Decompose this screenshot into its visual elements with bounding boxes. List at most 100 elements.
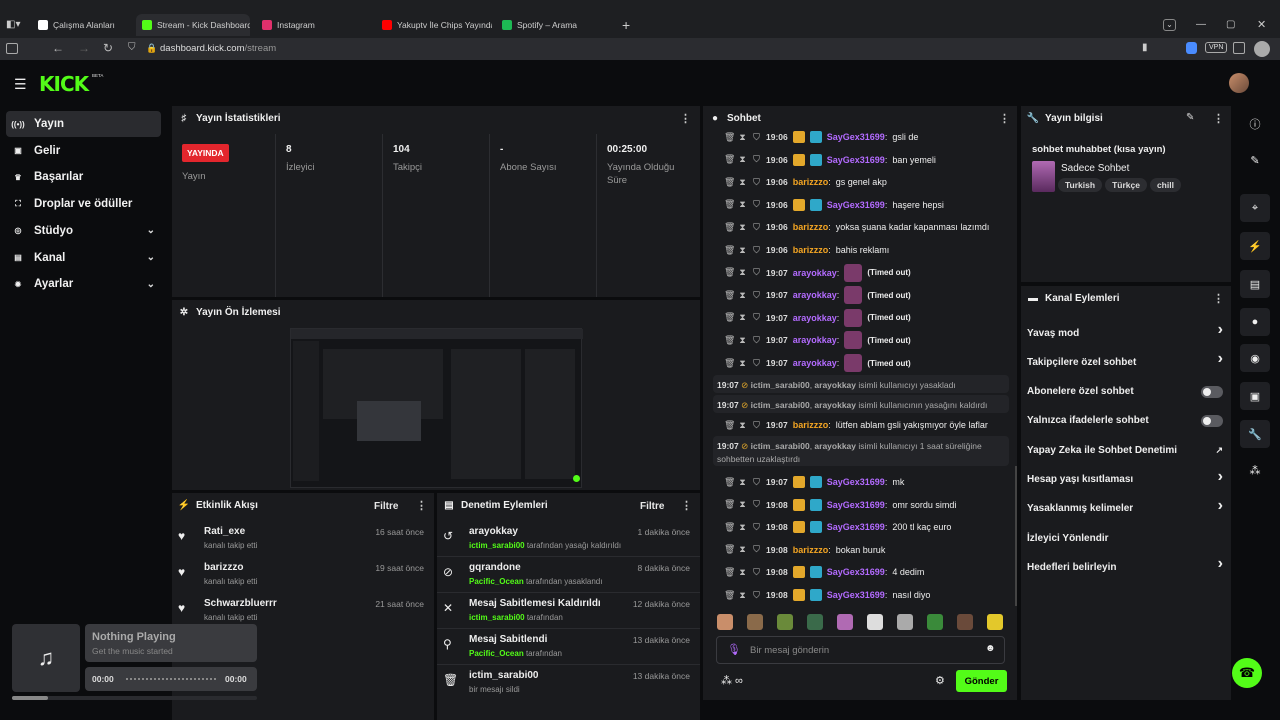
chat-username[interactable]: arayokkay <box>793 290 837 300</box>
timeout-icon[interactable]: ⧗ <box>738 335 747 346</box>
kick-logo[interactable]: KICK <box>39 72 89 96</box>
bolt-icon[interactable]: ⚡ <box>1240 232 1270 260</box>
ban-icon[interactable]: ⛉ <box>752 177 761 188</box>
delete-icon[interactable]: 🗑 <box>724 420 735 431</box>
target-icon[interactable]: ⌖ <box>1240 194 1270 222</box>
reload-icon[interactable]: ↻ <box>103 41 113 55</box>
chat-username[interactable]: SayGex31699 <box>827 155 885 165</box>
url-field[interactable]: dashboard.kick.com/stream <box>160 43 276 54</box>
chat-message[interactable]: 🗑 ⧗ ⛉ 19:06 SayGex31699: gsli de <box>703 126 1013 148</box>
actions-menu-icon[interactable]: ⋮ <box>1213 292 1224 305</box>
timeout-icon[interactable]: ⧗ <box>738 522 747 533</box>
chat-username[interactable]: SayGex31699 <box>827 500 885 510</box>
channel-action-item[interactable]: Yalnızca ifadelerle sohbet <box>1027 410 1223 432</box>
channel-action-item[interactable]: İzleyici Yönlendir <box>1027 527 1223 549</box>
emote-icon[interactable] <box>867 614 883 630</box>
sidebar-item-broadcast[interactable]: ((•)) Yayın <box>6 111 161 137</box>
emote-icon[interactable] <box>807 614 823 630</box>
support-button[interactable]: ☎ <box>1232 658 1262 688</box>
activity-filter-button[interactable]: Filtre <box>374 501 398 512</box>
shield-icon[interactable]: ⛉ <box>128 42 136 53</box>
ban-icon[interactable]: ⛉ <box>752 358 761 369</box>
ban-icon[interactable]: ⛉ <box>752 567 761 578</box>
browser-tab[interactable]: Yakuptv İle Chips Yayında K <box>376 14 492 36</box>
timeout-icon[interactable]: ⧗ <box>738 199 747 210</box>
chat-scrollbar[interactable] <box>1015 466 1017 606</box>
chat-message[interactable]: 🗑 ⧗ ⛉ 19:07 arayokkay: (Timed out) <box>703 352 1013 374</box>
stats-menu-icon[interactable]: ⋮ <box>680 112 691 125</box>
new-tab-button[interactable]: + <box>622 17 630 33</box>
chat-message[interactable]: 🗑 ⧗ ⛉ 19:06 barizzzo: yoksa şuana kadar kapan… <box>703 216 1013 238</box>
moderation-filter-button[interactable]: Filtre <box>640 501 664 512</box>
timeout-icon[interactable]: ⧗ <box>738 245 747 256</box>
delete-icon[interactable]: 🗑 <box>724 290 735 301</box>
delete-icon[interactable]: 🗑 <box>724 267 735 278</box>
moderation-item[interactable]: ↺ arayokkay ictim_sarabi00 tarafından yasa… <box>437 521 700 557</box>
toggle-switch[interactable] <box>1201 385 1223 398</box>
pen-icon[interactable]: ✎ <box>1240 146 1270 174</box>
toggle-switch[interactable] <box>1201 414 1223 427</box>
chat-message[interactable]: 🗑 ⧗ ⛉ 19:08 SayGex31699:200 tl kaç euro <box>703 516 1013 538</box>
chat-menu-icon[interactable]: ⋮ <box>999 112 1010 125</box>
delete-icon[interactable]: 🗑 <box>724 522 735 533</box>
ban-icon[interactable]: ⛉ <box>752 267 761 278</box>
browser-tab[interactable]: Spotify – Arama <box>496 14 612 36</box>
chat-username[interactable]: SayGex31699 <box>827 200 885 210</box>
vpn-badge[interactable]: VPN <box>1205 42 1228 53</box>
broadcast-icon[interactable]: ◉ <box>1240 344 1270 372</box>
ban-icon[interactable]: ⛉ <box>752 477 761 488</box>
sidebar-item-settings[interactable]: ✹ Ayarlar ⌄ <box>6 271 161 297</box>
info-icon[interactable]: ⓘ <box>1240 110 1270 138</box>
chat-username[interactable]: barizzzo <box>793 545 829 555</box>
moderation-item[interactable]: ✕ Mesaj Sabitlemesi Kaldırıldı ictim_sarab… <box>437 593 700 629</box>
timeout-icon[interactable]: ⧗ <box>738 290 747 301</box>
timeout-icon[interactable]: ⧗ <box>738 222 747 233</box>
moderation-item[interactable]: 🗑 ictim_sarabi00 bir mesajı sildi 13 dakika… <box>437 665 700 701</box>
delete-icon[interactable]: 🗑 <box>724 222 735 233</box>
ban-icon[interactable]: ⛉ <box>752 154 761 165</box>
category-name[interactable]: Sadece Sohbet <box>1061 163 1129 174</box>
timeout-icon[interactable]: ⧗ <box>738 267 747 278</box>
chat-username[interactable]: arayokkay <box>793 335 837 345</box>
timeout-icon[interactable]: ⧗ <box>738 358 747 369</box>
stream-tag[interactable]: chill <box>1149 178 1181 192</box>
menu-icon[interactable]: ☰ <box>14 76 27 93</box>
channel-action-item[interactable]: Yavaş mod › <box>1027 321 1223 344</box>
sidebar-item-revenue[interactable]: ▣ Gelir <box>6 138 161 164</box>
ban-icon[interactable]: ⛉ <box>752 132 761 143</box>
channel-action-item[interactable]: Abonelere özel sohbet <box>1027 381 1223 403</box>
stream-tag[interactable]: Türkçe <box>1105 178 1147 192</box>
panel-icon[interactable] <box>6 43 18 54</box>
ban-icon[interactable]: ⛉ <box>752 199 761 210</box>
chat-message[interactable]: 🗑 ⧗ ⛉ 19:07 arayokkay: (Timed out) <box>703 284 1013 306</box>
sidebar-item-trophy[interactable]: ♛ Başarılar <box>6 164 161 190</box>
chat-username[interactable]: arayokkay <box>793 358 837 368</box>
stream-preview[interactable] <box>290 328 583 488</box>
mic-icon[interactable]: 🎙 <box>727 643 741 656</box>
channel-action-item[interactable]: Yapay Zeka ile Sohbet Denetimi ↗ <box>1027 439 1223 461</box>
seek-bar[interactable] <box>126 678 216 680</box>
timeout-icon[interactable]: ⧗ <box>738 544 747 555</box>
bookmark-icon[interactable]: ▮ <box>1142 42 1148 53</box>
chat-input[interactable]: 🎙 Bir mesaj gönderin ☻ <box>716 636 1005 664</box>
channel-action-item[interactable]: Takipçilere özel sohbet › <box>1027 350 1223 373</box>
chat-message[interactable]: 🗑 ⧗ ⛉ 19:07 arayokkay: (Timed out) <box>703 307 1013 329</box>
sidebar-item-channel[interactable]: ▤ Kanal ⌄ <box>6 245 161 271</box>
chat-message[interactable]: 🗑 ⧗ ⛉ 19:08 SayGex31699: omr sordu simdi <box>703 494 1013 516</box>
emoji-icon[interactable]: ☻ <box>985 643 996 654</box>
moderation-item[interactable]: ⊘ gqrandone Pacific_Ocean tarafından yasak… <box>437 557 700 593</box>
delete-icon[interactable]: 🗑 <box>724 199 735 210</box>
chat-username[interactable]: barizzzo <box>793 245 829 255</box>
chat-username[interactable]: barizzzo <box>793 420 829 430</box>
note-icon[interactable]: ▤ <box>1240 270 1270 298</box>
extensions-icon[interactable] <box>1233 42 1245 54</box>
browser-tab[interactable]: Çalışma Alanları <box>32 14 140 36</box>
emote-icon[interactable] <box>927 614 943 630</box>
forward-icon[interactable]: → <box>78 41 90 55</box>
chat-username[interactable]: barizzzo <box>793 177 829 187</box>
ban-icon[interactable]: ⛉ <box>752 312 761 323</box>
chat-message[interactable]: 🗑 ⧗ ⛉ 19:07 barizzzo: lütfen ablam gsli yakış… <box>703 414 1013 436</box>
ban-icon[interactable]: ⛉ <box>752 290 761 301</box>
moderation-menu-icon[interactable]: ⋮ <box>681 499 692 512</box>
channel-action-item[interactable]: Hedefleri belirleyin › <box>1027 555 1223 578</box>
